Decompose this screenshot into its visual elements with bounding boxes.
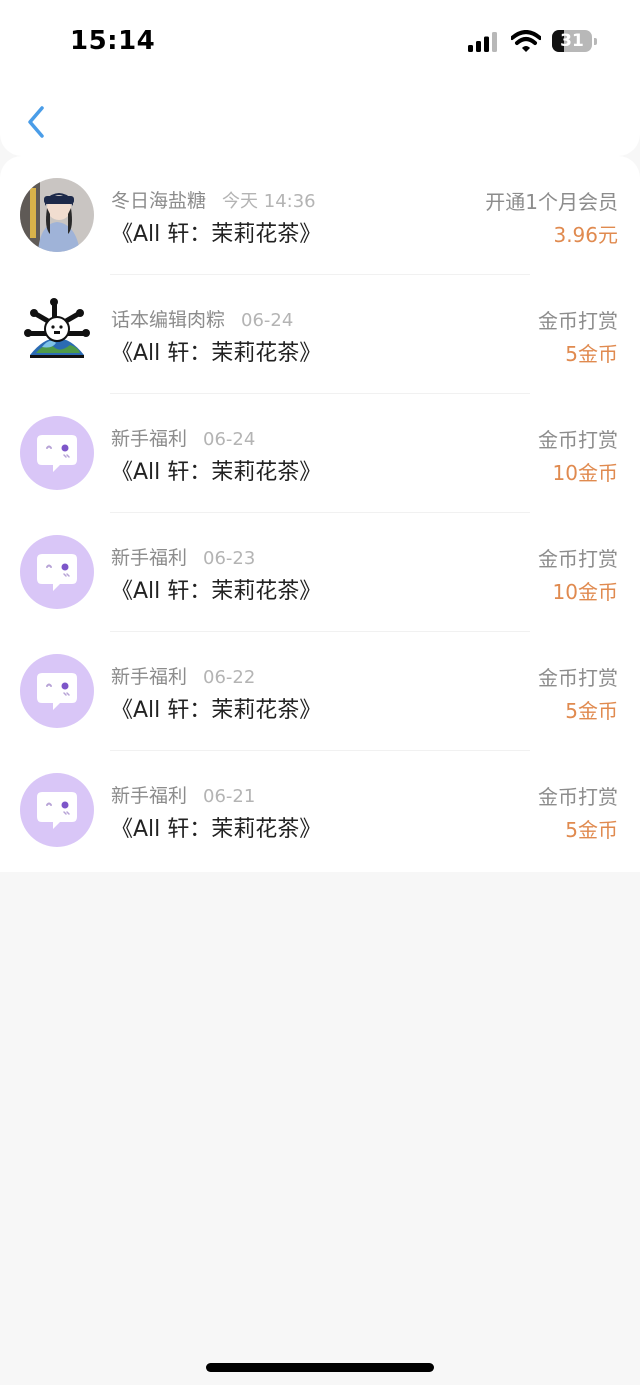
user-name: 话本编辑肉粽 xyxy=(111,309,226,331)
reward-type: 金币打赏 xyxy=(538,309,618,333)
back-chevron-icon[interactable] xyxy=(22,102,52,142)
home-indicator xyxy=(206,1363,434,1372)
list-item[interactable]: 新手福利 06-22 《All 轩：茉莉花茶》 金币打赏 5金币 xyxy=(0,632,640,751)
record-date: 06-24 xyxy=(203,429,256,450)
reward-amount: 10金币 xyxy=(552,461,618,485)
status-time: 15:14 xyxy=(70,26,156,56)
record-date: 06-21 xyxy=(203,786,256,807)
user-info: 新手福利 06-24 xyxy=(111,424,255,451)
chat-bubble-mascot-icon[interactable] xyxy=(20,654,94,728)
user-name: 新手福利 xyxy=(111,785,188,807)
battery-icon: 31 xyxy=(552,30,598,54)
reward-amount: 5金币 xyxy=(565,699,618,723)
chat-bubble-mascot-icon[interactable] xyxy=(20,416,94,490)
record-date: 06-24 xyxy=(241,310,294,331)
reward-amount: 5金币 xyxy=(565,342,618,366)
nav-bar xyxy=(0,84,640,156)
cellular-signal-icon xyxy=(468,32,497,52)
list-item[interactable]: 新手福利 06-24 《All 轩：茉莉花茶》 金币打赏 10金币 xyxy=(0,394,640,513)
photo-girl-avatar[interactable] xyxy=(20,178,94,252)
reward-amount: 5金币 xyxy=(565,818,618,842)
wifi-icon xyxy=(511,30,541,52)
reward-amount: 3.96元 xyxy=(553,223,618,247)
record-list: 冬日海盐糖 今天 14:36 《All 轩：茉莉花茶》 开通1个月会员 3.96元 xyxy=(0,156,640,872)
list-item[interactable]: 话本编辑肉粽 06-24 《All 轩：茉莉花茶》 金币打赏 5金币 xyxy=(0,275,640,394)
reward-type: 金币打赏 xyxy=(538,547,618,571)
user-name: 新手福利 xyxy=(111,666,188,688)
reward-type: 金币打赏 xyxy=(538,666,618,690)
work-title: 《All 轩：茉莉花茶》 xyxy=(111,817,322,842)
user-info: 冬日海盐糖 今天 14:36 xyxy=(111,186,316,213)
earth-bones-avatar[interactable] xyxy=(20,297,94,371)
status-bar: 15:14 31 xyxy=(0,0,640,84)
record-date: 06-22 xyxy=(203,667,256,688)
list-item[interactable]: 新手福利 06-21 《All 轩：茉莉花茶》 金币打赏 5金币 xyxy=(0,751,640,870)
work-title: 《All 轩：茉莉花茶》 xyxy=(111,222,322,247)
user-name: 新手福利 xyxy=(111,547,188,569)
user-info: 新手福利 06-22 xyxy=(111,662,255,689)
record-date: 06-23 xyxy=(203,548,256,569)
user-name: 冬日海盐糖 xyxy=(111,190,207,212)
reward-amount: 10金币 xyxy=(552,580,618,604)
user-name: 新手福利 xyxy=(111,428,188,450)
work-title: 《All 轩：茉莉花茶》 xyxy=(111,341,322,366)
chat-bubble-mascot-icon[interactable] xyxy=(20,773,94,847)
record-date: 今天 14:36 xyxy=(222,191,316,212)
list-item[interactable]: 冬日海盐糖 今天 14:36 《All 轩：茉莉花茶》 开通1个月会员 3.96元 xyxy=(0,156,640,275)
work-title: 《All 轩：茉莉花茶》 xyxy=(111,579,322,604)
user-info: 新手福利 06-21 xyxy=(111,781,255,808)
reward-type: 金币打赏 xyxy=(538,428,618,452)
reward-type: 金币打赏 xyxy=(538,785,618,809)
battery-level-text: 31 xyxy=(560,31,584,51)
chat-bubble-mascot-icon[interactable] xyxy=(20,535,94,609)
user-info: 话本编辑肉粽 06-24 xyxy=(111,305,293,332)
work-title: 《All 轩：茉莉花茶》 xyxy=(111,460,322,485)
work-title: 《All 轩：茉莉花茶》 xyxy=(111,698,322,723)
list-item[interactable]: 新手福利 06-23 《All 轩：茉莉花茶》 金币打赏 10金币 xyxy=(0,513,640,632)
user-info: 新手福利 06-23 xyxy=(111,543,255,570)
reward-type: 开通1个月会员 xyxy=(485,190,618,214)
